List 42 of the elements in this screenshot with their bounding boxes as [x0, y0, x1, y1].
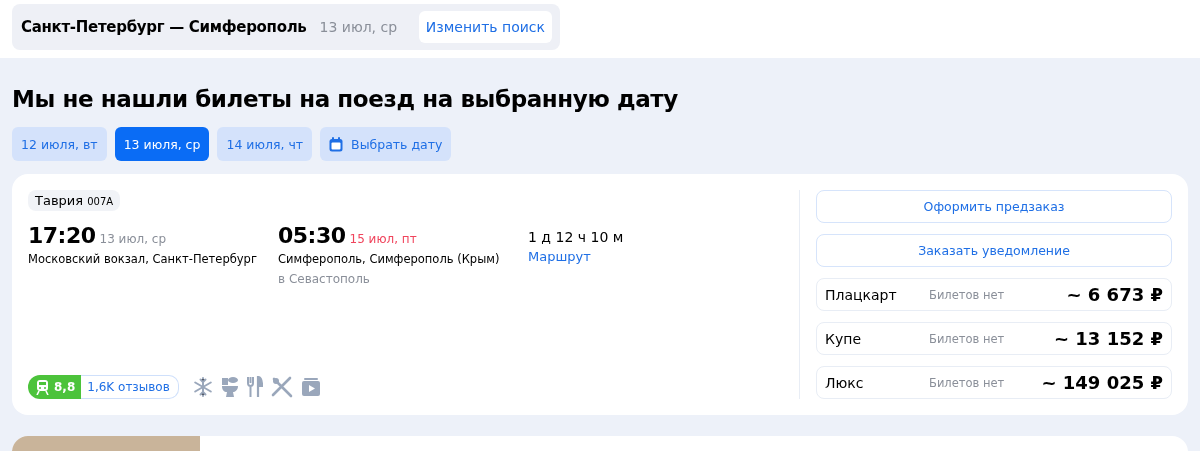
- snowflake-icon: [192, 377, 213, 397]
- pick-date-button[interactable]: Выбрать дату: [320, 127, 452, 161]
- date-chip[interactable]: 14 июля, чт: [217, 127, 313, 161]
- calendar-icon: [329, 136, 344, 152]
- price: ~ 13 152 ₽: [1053, 328, 1163, 349]
- seat-class-name: Люкс: [825, 374, 865, 391]
- price: ~ 149 025 ₽: [1041, 372, 1163, 393]
- page-heading: Мы не нашли билеты на поезд на выбранную дату: [12, 85, 679, 114]
- video-icon: [300, 377, 321, 397]
- crossed-cutlery-icon: [270, 376, 293, 398]
- fork-and-knife-icon: [246, 376, 263, 398]
- route-title: Санкт-Петербург — Симферополь: [21, 18, 307, 36]
- reviews-link[interactable]: 1,6K отзывов: [81, 375, 179, 399]
- departure-station: Московский вокзал, Санкт-Петербург: [28, 252, 258, 266]
- destination-note: в Севастополь: [278, 272, 371, 286]
- availability-text: Билетов нет: [929, 331, 1006, 346]
- availability-text: Билетов нет: [929, 375, 1006, 390]
- arrival-station: Симферополь, Симферополь (Крым): [278, 252, 501, 266]
- search-date: 13 июл, ср: [319, 19, 399, 35]
- departure-date: 13 июл, ср: [99, 232, 167, 246]
- price: ~ 6 673 ₽: [1066, 284, 1163, 305]
- departure-time: 17:20: [28, 223, 96, 248]
- toilet-icon: [220, 376, 239, 398]
- action-button[interactable]: Заказать уведомление: [816, 234, 1172, 267]
- seat-class-row[interactable]: Купе Билетов нет ~ 13 152 ₽: [816, 322, 1172, 355]
- train-number: 007А: [87, 196, 114, 207]
- date-chip[interactable]: 12 июля, вт: [12, 127, 107, 161]
- rating-value: 8,8: [54, 380, 76, 394]
- route-link[interactable]: Маршрут: [528, 249, 624, 264]
- seat-class-row[interactable]: Плацкарт Билетов нет ~ 6 673 ₽: [816, 278, 1172, 311]
- arrival-time: 05:30: [278, 223, 346, 248]
- train-name: Таврия: [35, 193, 84, 208]
- change-search-button[interactable]: Изменить поиск: [418, 11, 552, 43]
- seat-class-row[interactable]: Люкс Билетов нет ~ 149 025 ₽: [816, 366, 1172, 399]
- action-button[interactable]: Оформить предзаказ: [816, 190, 1172, 223]
- train-icon: [36, 379, 49, 395]
- seat-class-name: Плацкарт: [825, 286, 898, 303]
- availability-text: Билетов нет: [929, 287, 1006, 302]
- arrival-date: 15 июл, пт: [349, 232, 417, 246]
- trip-duration: 1 д 12 ч 10 м: [528, 229, 624, 245]
- seat-class-name: Купе: [825, 330, 862, 347]
- date-chip[interactable]: 13 июля, ср: [114, 127, 210, 161]
